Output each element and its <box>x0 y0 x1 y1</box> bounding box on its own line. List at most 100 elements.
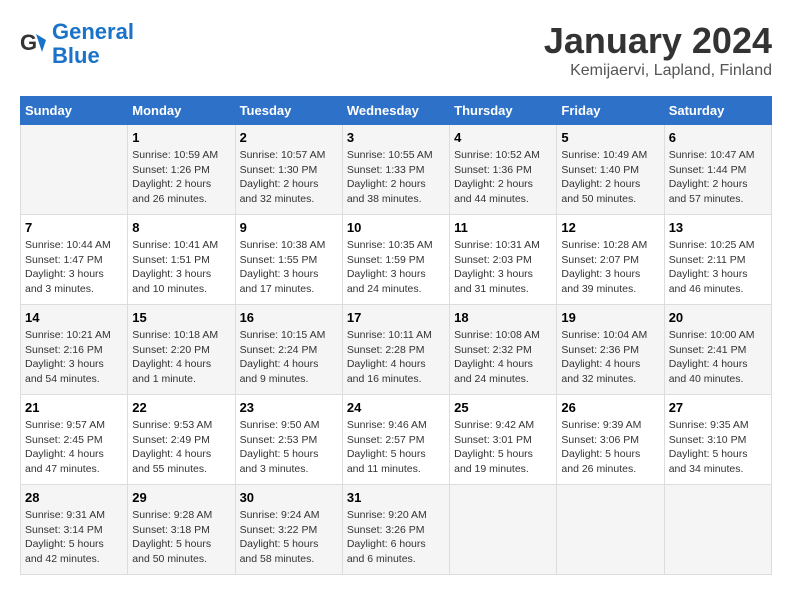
calendar-cell: 24 Sunrise: 9:46 AMSunset: 2:57 PMDayligh… <box>342 395 449 485</box>
logo-general: General <box>52 19 134 44</box>
calendar-week-row: 1Sunrise: 10:59 AMSunset: 1:26 PMDayligh… <box>21 125 772 215</box>
calendar-week-row: 21Sunrise: 9:57 AMSunset: 2:45 PMDayligh… <box>21 395 772 485</box>
day-info: Sunrise: 9:35 AMSunset: 3:10 PMDaylight:… <box>669 418 767 477</box>
day-number: 30 <box>240 490 338 505</box>
calendar-cell: 29 Sunrise: 9:28 AMSunset: 3:18 PMDayligh… <box>128 485 235 575</box>
day-number: 15 <box>132 310 230 325</box>
calendar-cell: 3Sunrise: 10:55 AMSunset: 1:33 PMDayligh… <box>342 125 449 215</box>
logo-icon: G <box>20 30 48 58</box>
day-info: Sunrise: 9:24 AMSunset: 3:22 PMDaylight:… <box>240 508 338 567</box>
day-number: 14 <box>25 310 123 325</box>
calendar-body: 1Sunrise: 10:59 AMSunset: 1:26 PMDayligh… <box>21 125 772 575</box>
calendar-cell <box>557 485 664 575</box>
day-number: 6 <box>669 130 767 145</box>
day-number: 20 <box>669 310 767 325</box>
weekday-header-tuesday: Tuesday <box>235 97 342 125</box>
calendar-cell: 11 Sunrise: 10:31 AMSunset: 2:03 PMDaylig… <box>450 215 557 305</box>
day-number: 18 <box>454 310 552 325</box>
day-info: Sunrise: 10:08 AMSunset: 2:32 PMDaylight… <box>454 328 552 387</box>
day-info: Sunrise: 9:46 AMSunset: 2:57 PMDaylight:… <box>347 418 445 477</box>
day-number: 16 <box>240 310 338 325</box>
day-info: Sunrise: 10:35 AMSunset: 1:59 PMDaylight… <box>347 238 445 297</box>
day-number: 17 <box>347 310 445 325</box>
calendar-cell: 12 Sunrise: 10:28 AMSunset: 2:07 PMDaylig… <box>557 215 664 305</box>
day-number: 13 <box>669 220 767 235</box>
calendar-cell: 5Sunrise: 10:49 AMSunset: 1:40 PMDayligh… <box>557 125 664 215</box>
calendar-cell: 1Sunrise: 10:59 AMSunset: 1:26 PMDayligh… <box>128 125 235 215</box>
day-number: 23 <box>240 400 338 415</box>
calendar-week-row: 14Sunrise: 10:21 AMSunset: 2:16 PMDaylig… <box>21 305 772 395</box>
calendar-cell: 6 Sunrise: 10:47 AMSunset: 1:44 PMDayligh… <box>664 125 771 215</box>
day-number: 12 <box>561 220 659 235</box>
day-info: Sunrise: 10:04 AMSunset: 2:36 PMDaylight… <box>561 328 659 387</box>
calendar-cell: 23 Sunrise: 9:50 AMSunset: 2:53 PMDayligh… <box>235 395 342 485</box>
weekday-header-friday: Friday <box>557 97 664 125</box>
calendar-cell: 26 Sunrise: 9:39 AMSunset: 3:06 PMDayligh… <box>557 395 664 485</box>
day-info: Sunrise: 10:57 AMSunset: 1:30 PMDaylight… <box>240 148 338 207</box>
calendar-cell: 14Sunrise: 10:21 AMSunset: 2:16 PMDaylig… <box>21 305 128 395</box>
calendar-cell: 19 Sunrise: 10:04 AMSunset: 2:36 PMDaylig… <box>557 305 664 395</box>
calendar-week-row: 7Sunrise: 10:44 AMSunset: 1:47 PMDayligh… <box>21 215 772 305</box>
weekday-header-thursday: Thursday <box>450 97 557 125</box>
day-number: 2 <box>240 130 338 145</box>
day-number: 26 <box>561 400 659 415</box>
day-number: 19 <box>561 310 659 325</box>
day-number: 3 <box>347 130 445 145</box>
day-info: Sunrise: 10:41 AMSunset: 1:51 PMDaylight… <box>132 238 230 297</box>
day-info: Sunrise: 10:38 AMSunset: 1:55 PMDaylight… <box>240 238 338 297</box>
day-info: Sunrise: 10:28 AMSunset: 2:07 PMDaylight… <box>561 238 659 297</box>
calendar-cell: 22 Sunrise: 9:53 AMSunset: 2:49 PMDayligh… <box>128 395 235 485</box>
day-info: Sunrise: 10:47 AMSunset: 1:44 PMDaylight… <box>669 148 767 207</box>
day-number: 31 <box>347 490 445 505</box>
day-number: 5 <box>561 130 659 145</box>
calendar-cell <box>450 485 557 575</box>
calendar-cell: 15 Sunrise: 10:18 AMSunset: 2:20 PMDaylig… <box>128 305 235 395</box>
title-block: January 2024 Kemijaervi, Lapland, Finlan… <box>544 20 772 80</box>
day-info: Sunrise: 10:11 AMSunset: 2:28 PMDaylight… <box>347 328 445 387</box>
day-number: 10 <box>347 220 445 235</box>
calendar-cell: 20Sunrise: 10:00 AMSunset: 2:41 PMDaylig… <box>664 305 771 395</box>
calendar-cell: 21Sunrise: 9:57 AMSunset: 2:45 PMDayligh… <box>21 395 128 485</box>
day-number: 22 <box>132 400 230 415</box>
calendar-table: SundayMondayTuesdayWednesdayThursdayFrid… <box>20 96 772 575</box>
day-number: 8 <box>132 220 230 235</box>
day-info: Sunrise: 9:50 AMSunset: 2:53 PMDaylight:… <box>240 418 338 477</box>
weekday-header-wednesday: Wednesday <box>342 97 449 125</box>
day-info: Sunrise: 9:39 AMSunset: 3:06 PMDaylight:… <box>561 418 659 477</box>
day-number: 29 <box>132 490 230 505</box>
calendar-cell: 9 Sunrise: 10:38 AMSunset: 1:55 PMDayligh… <box>235 215 342 305</box>
calendar-cell <box>664 485 771 575</box>
day-number: 1 <box>132 130 230 145</box>
calendar-cell <box>21 125 128 215</box>
calendar-cell: 25Sunrise: 9:42 AMSunset: 3:01 PMDayligh… <box>450 395 557 485</box>
calendar-week-row: 28Sunrise: 9:31 AMSunset: 3:14 PMDayligh… <box>21 485 772 575</box>
day-number: 11 <box>454 220 552 235</box>
calendar-cell: 8 Sunrise: 10:41 AMSunset: 1:51 PMDayligh… <box>128 215 235 305</box>
day-number: 4 <box>454 130 552 145</box>
day-info: Sunrise: 9:28 AMSunset: 3:18 PMDaylight:… <box>132 508 230 567</box>
day-info: Sunrise: 10:25 AMSunset: 2:11 PMDaylight… <box>669 238 767 297</box>
day-info: Sunrise: 10:44 AMSunset: 1:47 PMDaylight… <box>25 238 123 297</box>
day-number: 24 <box>347 400 445 415</box>
day-info: Sunrise: 10:31 AMSunset: 2:03 PMDaylight… <box>454 238 552 297</box>
weekday-header-row: SundayMondayTuesdayWednesdayThursdayFrid… <box>21 97 772 125</box>
calendar-cell: 13 Sunrise: 10:25 AMSunset: 2:11 PMDaylig… <box>664 215 771 305</box>
day-info: Sunrise: 9:20 AMSunset: 3:26 PMDaylight:… <box>347 508 445 567</box>
calendar-cell: 31 Sunrise: 9:20 AMSunset: 3:26 PMDayligh… <box>342 485 449 575</box>
subtitle: Kemijaervi, Lapland, Finland <box>544 62 772 80</box>
calendar-cell: 28Sunrise: 9:31 AMSunset: 3:14 PMDayligh… <box>21 485 128 575</box>
day-number: 9 <box>240 220 338 235</box>
calendar-cell: 7Sunrise: 10:44 AMSunset: 1:47 PMDayligh… <box>21 215 128 305</box>
day-number: 28 <box>25 490 123 505</box>
calendar-header: SundayMondayTuesdayWednesdayThursdayFrid… <box>21 97 772 125</box>
logo: G General Blue <box>20 20 134 68</box>
calendar-cell: 16Sunrise: 10:15 AMSunset: 2:24 PMDaylig… <box>235 305 342 395</box>
day-info: Sunrise: 10:18 AMSunset: 2:20 PMDaylight… <box>132 328 230 387</box>
day-info: Sunrise: 9:57 AMSunset: 2:45 PMDaylight:… <box>25 418 123 477</box>
calendar-cell: 10 Sunrise: 10:35 AMSunset: 1:59 PMDaylig… <box>342 215 449 305</box>
logo-blue: Blue <box>52 43 100 68</box>
calendar-cell: 30 Sunrise: 9:24 AMSunset: 3:22 PMDayligh… <box>235 485 342 575</box>
day-info: Sunrise: 9:42 AMSunset: 3:01 PMDaylight:… <box>454 418 552 477</box>
weekday-header-saturday: Saturday <box>664 97 771 125</box>
day-info: Sunrise: 9:53 AMSunset: 2:49 PMDaylight:… <box>132 418 230 477</box>
